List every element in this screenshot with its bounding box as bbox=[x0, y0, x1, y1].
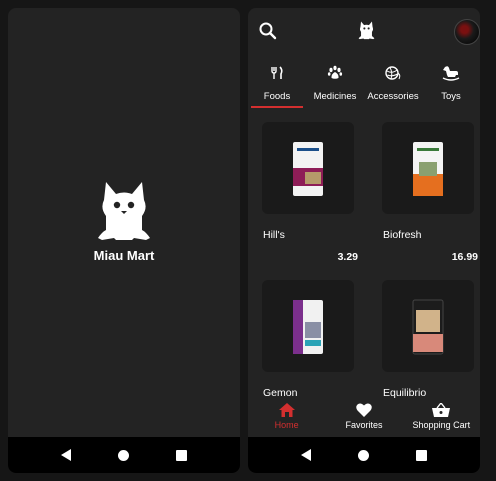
rocking-horse-icon bbox=[422, 62, 480, 84]
tab-label: Toys bbox=[441, 91, 461, 102]
recents-icon[interactable] bbox=[175, 449, 187, 461]
bottom-navigation: Home Favorites Shopping Cart bbox=[248, 400, 480, 437]
store-screen: Foods Medicines Accessories Toys Hill's … bbox=[248, 8, 480, 473]
heart-icon bbox=[325, 400, 402, 417]
tab-label: Accessories bbox=[367, 91, 419, 102]
tab-medicines[interactable]: Medicines bbox=[306, 58, 364, 106]
basket-icon bbox=[403, 400, 480, 417]
nav-home[interactable]: Home bbox=[248, 400, 325, 437]
product-image bbox=[382, 122, 474, 214]
top-bar bbox=[248, 8, 480, 56]
tab-label: Medicines bbox=[313, 91, 357, 102]
category-tabs: Foods Medicines Accessories Toys bbox=[248, 58, 480, 108]
tab-toys[interactable]: Toys bbox=[422, 58, 480, 106]
product-price: 3.29 bbox=[337, 251, 358, 263]
splash-screen: Miau Mart bbox=[8, 8, 240, 473]
tab-accessories[interactable]: Accessories bbox=[364, 58, 422, 106]
product-name: Hill's bbox=[263, 229, 285, 241]
product-card[interactable]: Gemon bbox=[248, 280, 358, 399]
product-image bbox=[262, 122, 354, 214]
home-icon bbox=[248, 400, 325, 417]
product-image bbox=[262, 280, 354, 372]
paw-icon bbox=[306, 62, 364, 84]
splash-content: Miau Mart bbox=[8, 178, 240, 263]
back-icon[interactable] bbox=[301, 449, 312, 461]
product-name: Equilibrio bbox=[383, 387, 427, 399]
nav-favorites[interactable]: Favorites bbox=[325, 400, 402, 437]
product-card[interactable]: Biofresh 16.99 bbox=[368, 122, 478, 263]
recents-icon[interactable] bbox=[415, 449, 427, 461]
product-price: 16.99 bbox=[451, 251, 478, 263]
nav-label: Home bbox=[274, 420, 299, 430]
search-icon[interactable] bbox=[257, 20, 279, 42]
home-system-icon[interactable] bbox=[357, 449, 369, 461]
back-icon[interactable] bbox=[61, 449, 72, 461]
fork-knife-icon bbox=[248, 62, 306, 84]
home-system-icon[interactable] bbox=[117, 449, 129, 461]
tab-label: Foods bbox=[263, 91, 291, 102]
product-name: Gemon bbox=[263, 387, 298, 399]
nav-shopping-cart[interactable]: Shopping Cart bbox=[403, 400, 480, 437]
product-image bbox=[382, 280, 474, 372]
system-nav-bar bbox=[8, 437, 240, 473]
avatar[interactable] bbox=[454, 19, 480, 45]
system-nav-bar bbox=[248, 437, 480, 473]
nav-label: Shopping Cart bbox=[412, 420, 471, 430]
tab-foods[interactable]: Foods bbox=[248, 58, 306, 108]
product-card[interactable]: Equilibrio bbox=[368, 280, 478, 399]
cat-logo-icon bbox=[358, 20, 375, 45]
nav-label: Favorites bbox=[345, 420, 383, 430]
product-card[interactable]: Hill's 3.29 bbox=[248, 122, 358, 263]
app-name: Miau Mart bbox=[93, 248, 155, 263]
product-name: Biofresh bbox=[383, 229, 422, 241]
cat-logo-icon bbox=[98, 182, 150, 240]
yarn-ball-icon bbox=[364, 62, 422, 84]
